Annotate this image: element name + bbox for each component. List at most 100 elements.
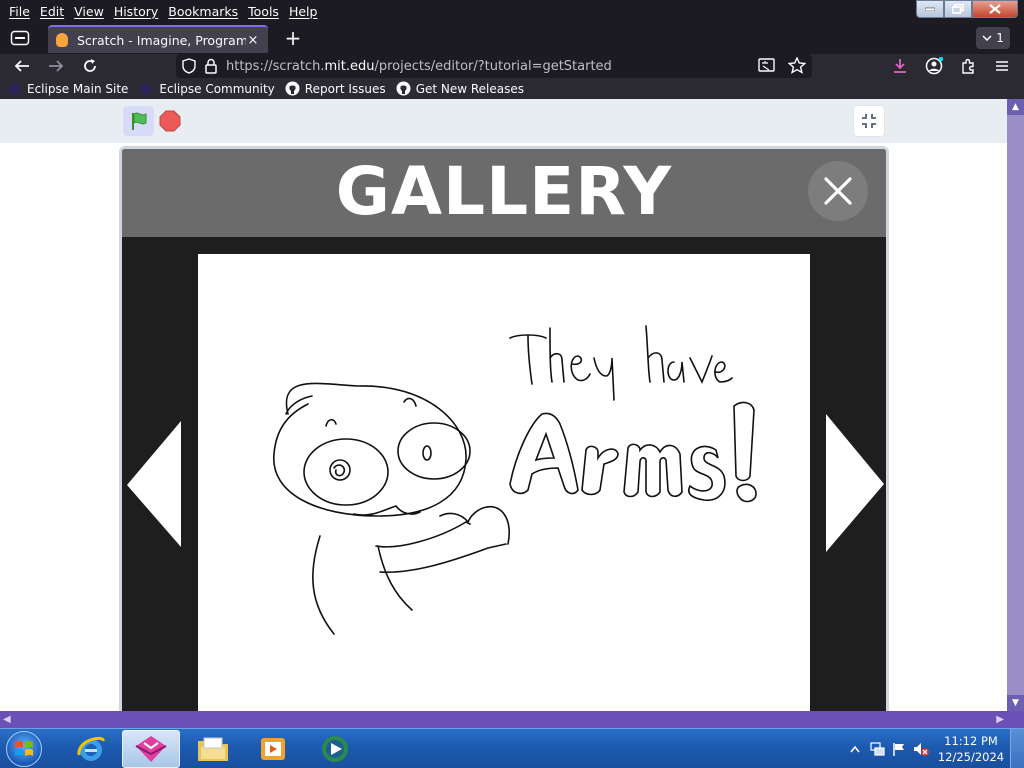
green-flag-button[interactable]: [123, 106, 154, 136]
exit-fullscreen-button[interactable]: [853, 105, 885, 137]
title-bar: File Edit View History Bookmarks Tools H…: [0, 0, 1024, 22]
volume-tray-icon[interactable]: [910, 738, 932, 760]
network-tray-icon[interactable]: [866, 738, 888, 760]
menu-tools[interactable]: Tools: [243, 4, 284, 19]
clock-time: 11:12 PM: [944, 734, 998, 748]
url-bar-actions: [758, 57, 806, 74]
triangle-left-icon: [127, 421, 181, 547]
green-flag-icon: [131, 112, 146, 130]
firefox-view-icon: [10, 30, 30, 46]
close-icon: [989, 4, 1001, 14]
eclipse-browser-icon: [135, 736, 167, 762]
chevron-up-icon: [850, 745, 860, 753]
url-text[interactable]: https://scratch.mit.edu/projects/editor/…: [226, 59, 612, 74]
scroll-down-icon[interactable]: ▼: [1007, 695, 1024, 711]
taskbar-internet-explorer[interactable]: [62, 730, 120, 768]
menu-bookmarks[interactable]: Bookmarks: [163, 4, 243, 19]
forward-button[interactable]: [45, 56, 67, 76]
gallery-next-arrow[interactable]: [824, 412, 886, 557]
menu-history[interactable]: History: [109, 4, 163, 19]
minimize-icon: [925, 7, 935, 11]
close-window-button[interactable]: [972, 0, 1018, 18]
system-tray: 11:12 PM 12/25/2024: [844, 729, 1024, 768]
restore-icon: [952, 4, 964, 14]
scroll-right-icon[interactable]: ▶: [996, 711, 1004, 728]
scroll-up-icon[interactable]: ▲: [1007, 99, 1024, 115]
url-path: /projects/editor/?tutorial=getStarted: [374, 58, 612, 74]
translate-icon[interactable]: [758, 57, 776, 73]
bookmark-label: Eclipse Community: [159, 81, 275, 96]
tab-close-icon[interactable]: ×: [246, 33, 260, 48]
back-button[interactable]: [11, 56, 33, 76]
tab-strip: Scratch - Imagine, Program, Sha × + 1: [0, 22, 1024, 54]
gallery-previous-arrow[interactable]: [125, 419, 183, 552]
navigation-bar: https://scratch.mit.edu/projects/editor/…: [0, 54, 1024, 78]
app-menu-button[interactable]: [991, 56, 1013, 76]
scroll-left-icon[interactable]: ◀: [3, 711, 11, 728]
taskbar-clock[interactable]: 11:12 PM 12/25/2024: [932, 733, 1010, 765]
stick-figure-drawing: [273, 325, 757, 635]
menu-help[interactable]: Help: [284, 4, 323, 19]
bookmark-eclipse-community[interactable]: Eclipse Community: [138, 81, 275, 96]
menu-file[interactable]: File: [4, 4, 35, 19]
show-desktop-button[interactable]: [1010, 729, 1024, 768]
eclipse-icon: [138, 82, 154, 96]
scratch-page: GALLERY: [0, 99, 1007, 711]
restore-button[interactable]: [944, 0, 972, 18]
vertical-scrollbar[interactable]: ▲ ▼: [1007, 99, 1024, 711]
gallery-title: GALLERY: [335, 153, 673, 230]
github-icon: [285, 81, 300, 96]
bookmark-label: Eclipse Main Site: [27, 81, 129, 96]
reload-button[interactable]: [79, 56, 101, 76]
back-arrow-icon: [14, 60, 29, 72]
account-button[interactable]: [923, 56, 945, 76]
minimize-button[interactable]: [916, 0, 944, 18]
list-all-tabs-button[interactable]: 1: [976, 27, 1010, 49]
url-bar[interactable]: https://scratch.mit.edu/projects/editor/…: [176, 54, 812, 78]
taskbar-browser-active[interactable]: [122, 730, 180, 768]
firefox-view-button[interactable]: [8, 27, 32, 49]
taskbar-file-explorer[interactable]: [184, 730, 242, 768]
tab-scratch[interactable]: Scratch - Imagine, Program, Sha ×: [48, 25, 268, 53]
horizontal-scrollbar[interactable]: ◀ ▶: [0, 711, 1024, 728]
windows-logo-icon: [15, 740, 33, 756]
bookmark-report-issues[interactable]: Report Issues: [285, 81, 386, 96]
taskbar-media-center[interactable]: [306, 730, 364, 768]
bookmark-get-new-releases[interactable]: Get New Releases: [396, 81, 524, 96]
reload-icon: [84, 59, 96, 72]
bookmark-star-icon[interactable]: [788, 57, 806, 74]
bookmark-label: Report Issues: [304, 81, 386, 96]
windows-taskbar: 11:12 PM 12/25/2024: [0, 728, 1024, 768]
taskbar-media-player[interactable]: [244, 730, 302, 768]
menu-edit[interactable]: Edit: [35, 4, 69, 19]
puzzle-icon: [962, 58, 974, 74]
downloads-button[interactable]: [889, 56, 911, 76]
bookmark-eclipse-main-site[interactable]: Eclipse Main Site: [6, 82, 128, 96]
start-button[interactable]: [6, 731, 42, 767]
menu-view[interactable]: View: [69, 4, 109, 19]
scratch-favicon-icon: [56, 33, 68, 47]
stage-header: [0, 99, 1007, 143]
clock-date: 12/25/2024: [937, 750, 1005, 764]
speaker-muted-icon: [914, 743, 929, 756]
hamburger-menu-icon: [996, 61, 1008, 71]
lock-icon: [205, 58, 217, 74]
extensions-button[interactable]: [957, 56, 979, 76]
new-tab-button[interactable]: +: [282, 28, 304, 50]
project-stage[interactable]: GALLERY: [119, 146, 889, 711]
show-hidden-icons-button[interactable]: [844, 738, 866, 760]
action-center-tray-icon[interactable]: [888, 738, 910, 760]
gallery-header: GALLERY: [122, 149, 886, 237]
eclipse-icon: [6, 82, 22, 96]
tab-count: 1: [996, 31, 1004, 45]
network-icon: [870, 742, 885, 756]
forward-arrow-icon: [49, 60, 64, 72]
stop-button[interactable]: [159, 110, 181, 132]
url-domain: mit.edu: [324, 58, 375, 74]
github-icon: [396, 81, 411, 96]
gallery-close-button[interactable]: [808, 161, 868, 221]
menu-bar: File Edit View History Bookmarks Tools H…: [0, 0, 322, 22]
file-explorer-icon: [198, 737, 228, 761]
shrink-icon: [862, 114, 876, 128]
triangle-right-icon: [826, 414, 884, 552]
